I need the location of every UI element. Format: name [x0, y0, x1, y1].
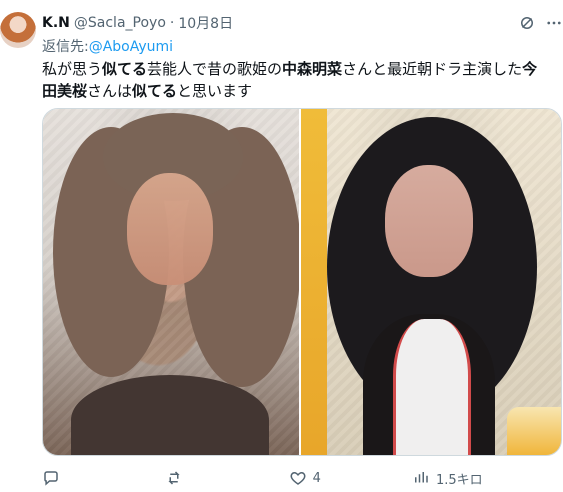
photo-right-background-accent [301, 109, 328, 455]
photo-left[interactable] [43, 109, 300, 455]
timestamp[interactable]: 10月8日 [178, 13, 233, 33]
grok-icon[interactable] [518, 14, 536, 32]
tweet-text-segment: さんと最近朝ドラ主演した [342, 60, 523, 78]
view-count: 1.5キロ [435, 472, 483, 488]
tweet-text-segment: さんは [87, 82, 133, 100]
tweet-actions: 4 1.5キロ [42, 468, 563, 492]
tweet-text-segment: 私が思う [42, 60, 103, 78]
tweet-text-segment: と思います [177, 82, 253, 100]
views-button[interactable]: 1.5キロ [412, 469, 483, 488]
secondary-actions [546, 477, 563, 492]
reply-to-handle[interactable]: @AboAyumi [89, 39, 173, 55]
avatar[interactable] [0, 12, 36, 48]
photo-right-collar [393, 319, 472, 455]
reply-to-prefix: 返信先: [42, 39, 89, 55]
tweet-media[interactable] [42, 108, 562, 456]
photo-left-face [127, 173, 213, 285]
tweet-text-bold: 似てる [102, 60, 148, 78]
reply-icon [42, 469, 60, 487]
reply-to: 返信先:@AboAyumi [42, 36, 173, 56]
tweet-card: K.N @Sacla_Poyo · 10月8日 返信先:@AboAyumi 私が… [0, 0, 563, 492]
tweet-text-bold: 中森明菜 [282, 60, 343, 78]
username[interactable]: @Sacla_Poyo [74, 15, 166, 31]
retweet-icon [165, 469, 183, 487]
like-button[interactable]: 4 [289, 469, 349, 487]
more-icon[interactable] [545, 14, 563, 32]
views-icon [412, 469, 430, 487]
tweet-text-segment: 芸能人で昔の歌姫の [147, 60, 283, 78]
tweet-text: 私が思う似てる芸能人で昔の歌姫の中森明菜さんと最近朝ドラ主演した今田美桜さんは似… [42, 58, 547, 102]
like-count: 4 [312, 470, 321, 486]
photo-right[interactable] [301, 109, 561, 455]
heart-icon [289, 469, 307, 487]
separator: · [169, 15, 175, 31]
photo-left-shoulder [71, 375, 269, 455]
tweet-text-bold: 似てる [132, 82, 178, 100]
photo-right-glass [507, 407, 561, 455]
reply-button[interactable] [42, 469, 102, 487]
tweet-header: K.N @Sacla_Poyo · 10月8日 [42, 12, 233, 34]
display-name[interactable]: K.N [42, 15, 70, 31]
photo-right-face [385, 165, 474, 277]
retweet-button[interactable] [165, 469, 225, 487]
